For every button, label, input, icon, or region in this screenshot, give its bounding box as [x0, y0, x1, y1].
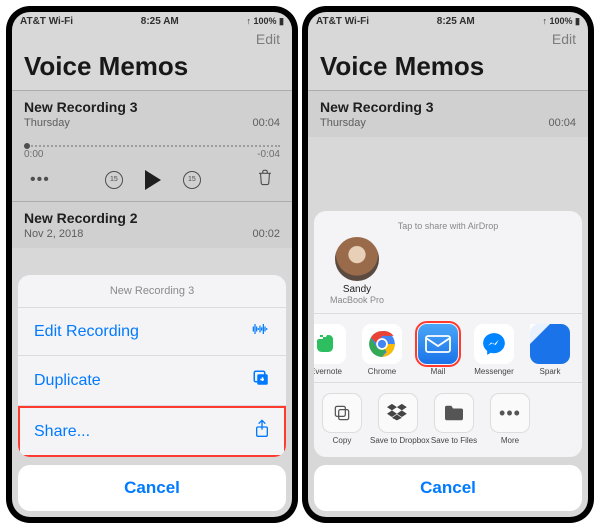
edit-button[interactable]: Edit: [256, 31, 280, 47]
scrubber[interactable]: 0:00 -0:04: [12, 137, 292, 162]
action-sheet: New Recording 3 Edit Recording Duplicate: [18, 275, 286, 511]
recording-subtitle: Thursday: [24, 117, 70, 129]
statusbar: AT&T Wi-Fi 8:25 AM ↑ 100% ▮: [308, 12, 588, 29]
recording-subtitle: Thursday: [320, 117, 366, 129]
avatar: [335, 237, 379, 281]
more-icon[interactable]: •••: [30, 171, 50, 189]
spark-icon: [530, 324, 570, 364]
messenger-icon: [474, 324, 514, 364]
page-title: Voice Memos: [308, 47, 588, 90]
trash-icon[interactable]: [256, 168, 274, 191]
phone-right: AT&T Wi-Fi 8:25 AM ↑ 100% ▮ Edit Voice M…: [302, 6, 594, 523]
carrier-label: AT&T Wi-Fi: [20, 16, 73, 27]
recording-duration: 00:02: [252, 228, 280, 240]
statusbar: AT&T Wi-Fi 8:25 AM ↑ 100% ▮: [12, 12, 292, 29]
recording-name: New Recording 3: [24, 99, 138, 115]
airdrop-name: Sandy: [322, 284, 392, 295]
airdrop-hint: Tap to share with AirDrop: [314, 219, 582, 237]
share-sheet: Tap to share with AirDrop Sandy MacBook …: [314, 211, 582, 511]
recording-row[interactable]: New Recording 3 Thursday 00:04: [308, 90, 588, 137]
airdrop-contact[interactable]: Sandy MacBook Pro: [322, 237, 392, 305]
recording-duration: 00:04: [548, 117, 576, 129]
share-app-chrome[interactable]: Chrome: [354, 324, 410, 376]
recording-name: New Recording 2: [24, 210, 138, 226]
share-icon: [254, 419, 270, 444]
clock-label: 8:25 AM: [141, 16, 179, 27]
share-app-mail[interactable]: Mail: [410, 324, 466, 376]
folder-icon: [434, 393, 474, 433]
share-app-row: Evernote Chrome Mail: [314, 314, 582, 383]
share-action-dropbox[interactable]: Save to Dropbox: [370, 393, 426, 445]
sheet-title: New Recording 3: [18, 275, 286, 308]
share-action-more[interactable]: ••• More: [482, 393, 538, 445]
duplicate-item[interactable]: Duplicate: [18, 356, 286, 406]
evernote-icon: [314, 324, 346, 364]
share-action-copy[interactable]: Copy: [314, 393, 370, 445]
cancel-button[interactable]: Cancel: [314, 465, 582, 511]
mail-icon: [418, 324, 458, 364]
chrome-icon: [362, 324, 402, 364]
carrier-label: AT&T Wi-Fi: [316, 16, 369, 27]
more-icon: •••: [490, 393, 530, 433]
share-app-evernote[interactable]: Evernote: [314, 324, 354, 376]
recording-name: New Recording 3: [320, 99, 434, 115]
play-icon[interactable]: [145, 170, 161, 190]
sheet-item-label: Share...: [34, 423, 90, 441]
playback-controls: ••• 15 15: [12, 162, 292, 201]
share-action-row: Copy Save to Dropbox Save: [314, 383, 582, 451]
share-app-spark[interactable]: Spark: [522, 324, 578, 376]
share-action-files[interactable]: Save to Files: [426, 393, 482, 445]
battery-label: ↑ 100% ▮: [247, 16, 285, 27]
duplicate-icon: [252, 369, 270, 392]
clock-label: 8:25 AM: [437, 16, 475, 27]
scrub-start: 0:00: [24, 149, 43, 160]
edit-button[interactable]: Edit: [552, 31, 576, 47]
recording-row[interactable]: New Recording 3 Thursday 00:04: [12, 90, 292, 137]
copy-icon: [322, 393, 362, 433]
dropbox-icon: [378, 393, 418, 433]
recording-duration: 00:04: [252, 117, 280, 129]
share-item[interactable]: Share...: [18, 406, 286, 457]
recording-subtitle: Nov 2, 2018: [24, 228, 83, 240]
airdrop-device: MacBook Pro: [322, 295, 392, 305]
waveform-icon: [250, 321, 270, 342]
skip-back-icon[interactable]: 15: [105, 171, 123, 189]
page-title: Voice Memos: [12, 47, 292, 90]
sheet-item-label: Edit Recording: [34, 323, 139, 341]
scrub-end: -0:04: [257, 149, 280, 160]
edit-recording-item[interactable]: Edit Recording: [18, 308, 286, 356]
cancel-button[interactable]: Cancel: [18, 465, 286, 511]
share-app-messenger[interactable]: Messenger: [466, 324, 522, 376]
recording-row[interactable]: New Recording 2 Nov 2, 2018 00:02: [12, 201, 292, 248]
battery-label: ↑ 100% ▮: [543, 16, 581, 27]
sheet-item-label: Duplicate: [34, 372, 101, 390]
skip-forward-icon[interactable]: 15: [183, 171, 201, 189]
phone-left: AT&T Wi-Fi 8:25 AM ↑ 100% ▮ Edit Voice M…: [6, 6, 298, 523]
